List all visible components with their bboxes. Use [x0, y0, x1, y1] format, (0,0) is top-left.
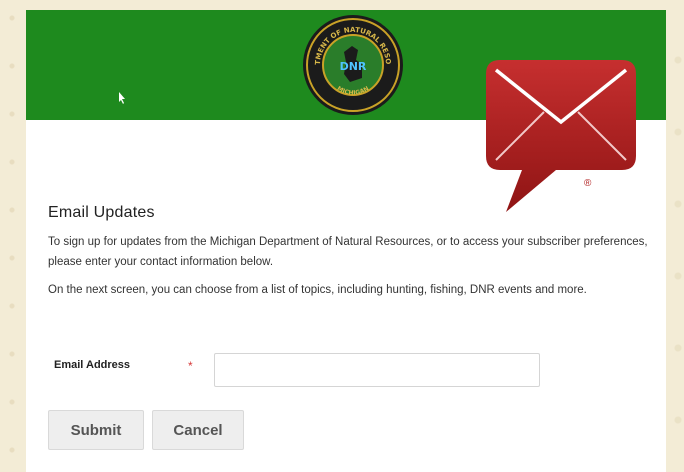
registered-mark: ®	[584, 178, 592, 189]
topics-paragraph: On the next screen, you can choose from …	[48, 284, 587, 296]
seal-center-text: DNR	[340, 60, 367, 73]
email-label: Email Address	[54, 359, 131, 371]
cursor-icon	[119, 92, 125, 104]
email-updates-section: Email Updates To sign up for updates fro…	[48, 204, 648, 308]
dnr-seal-logo: DEPARTMENT OF NATURAL RESOURCES MICHIGAN…	[300, 12, 403, 115]
intro-paragraph: To sign up for updates from the Michigan…	[48, 236, 648, 268]
page-title: Email Updates	[48, 204, 155, 221]
submit-button[interactable]: Submit	[48, 410, 144, 450]
email-field[interactable]	[214, 353, 540, 387]
required-marker: *	[188, 359, 193, 373]
mail-badge-icon[interactable]	[486, 60, 636, 220]
email-form-row: Email Address *	[48, 353, 648, 387]
cancel-button[interactable]: Cancel	[152, 410, 244, 450]
page-container: DEPARTMENT OF NATURAL RESOURCES MICHIGAN…	[26, 10, 666, 472]
